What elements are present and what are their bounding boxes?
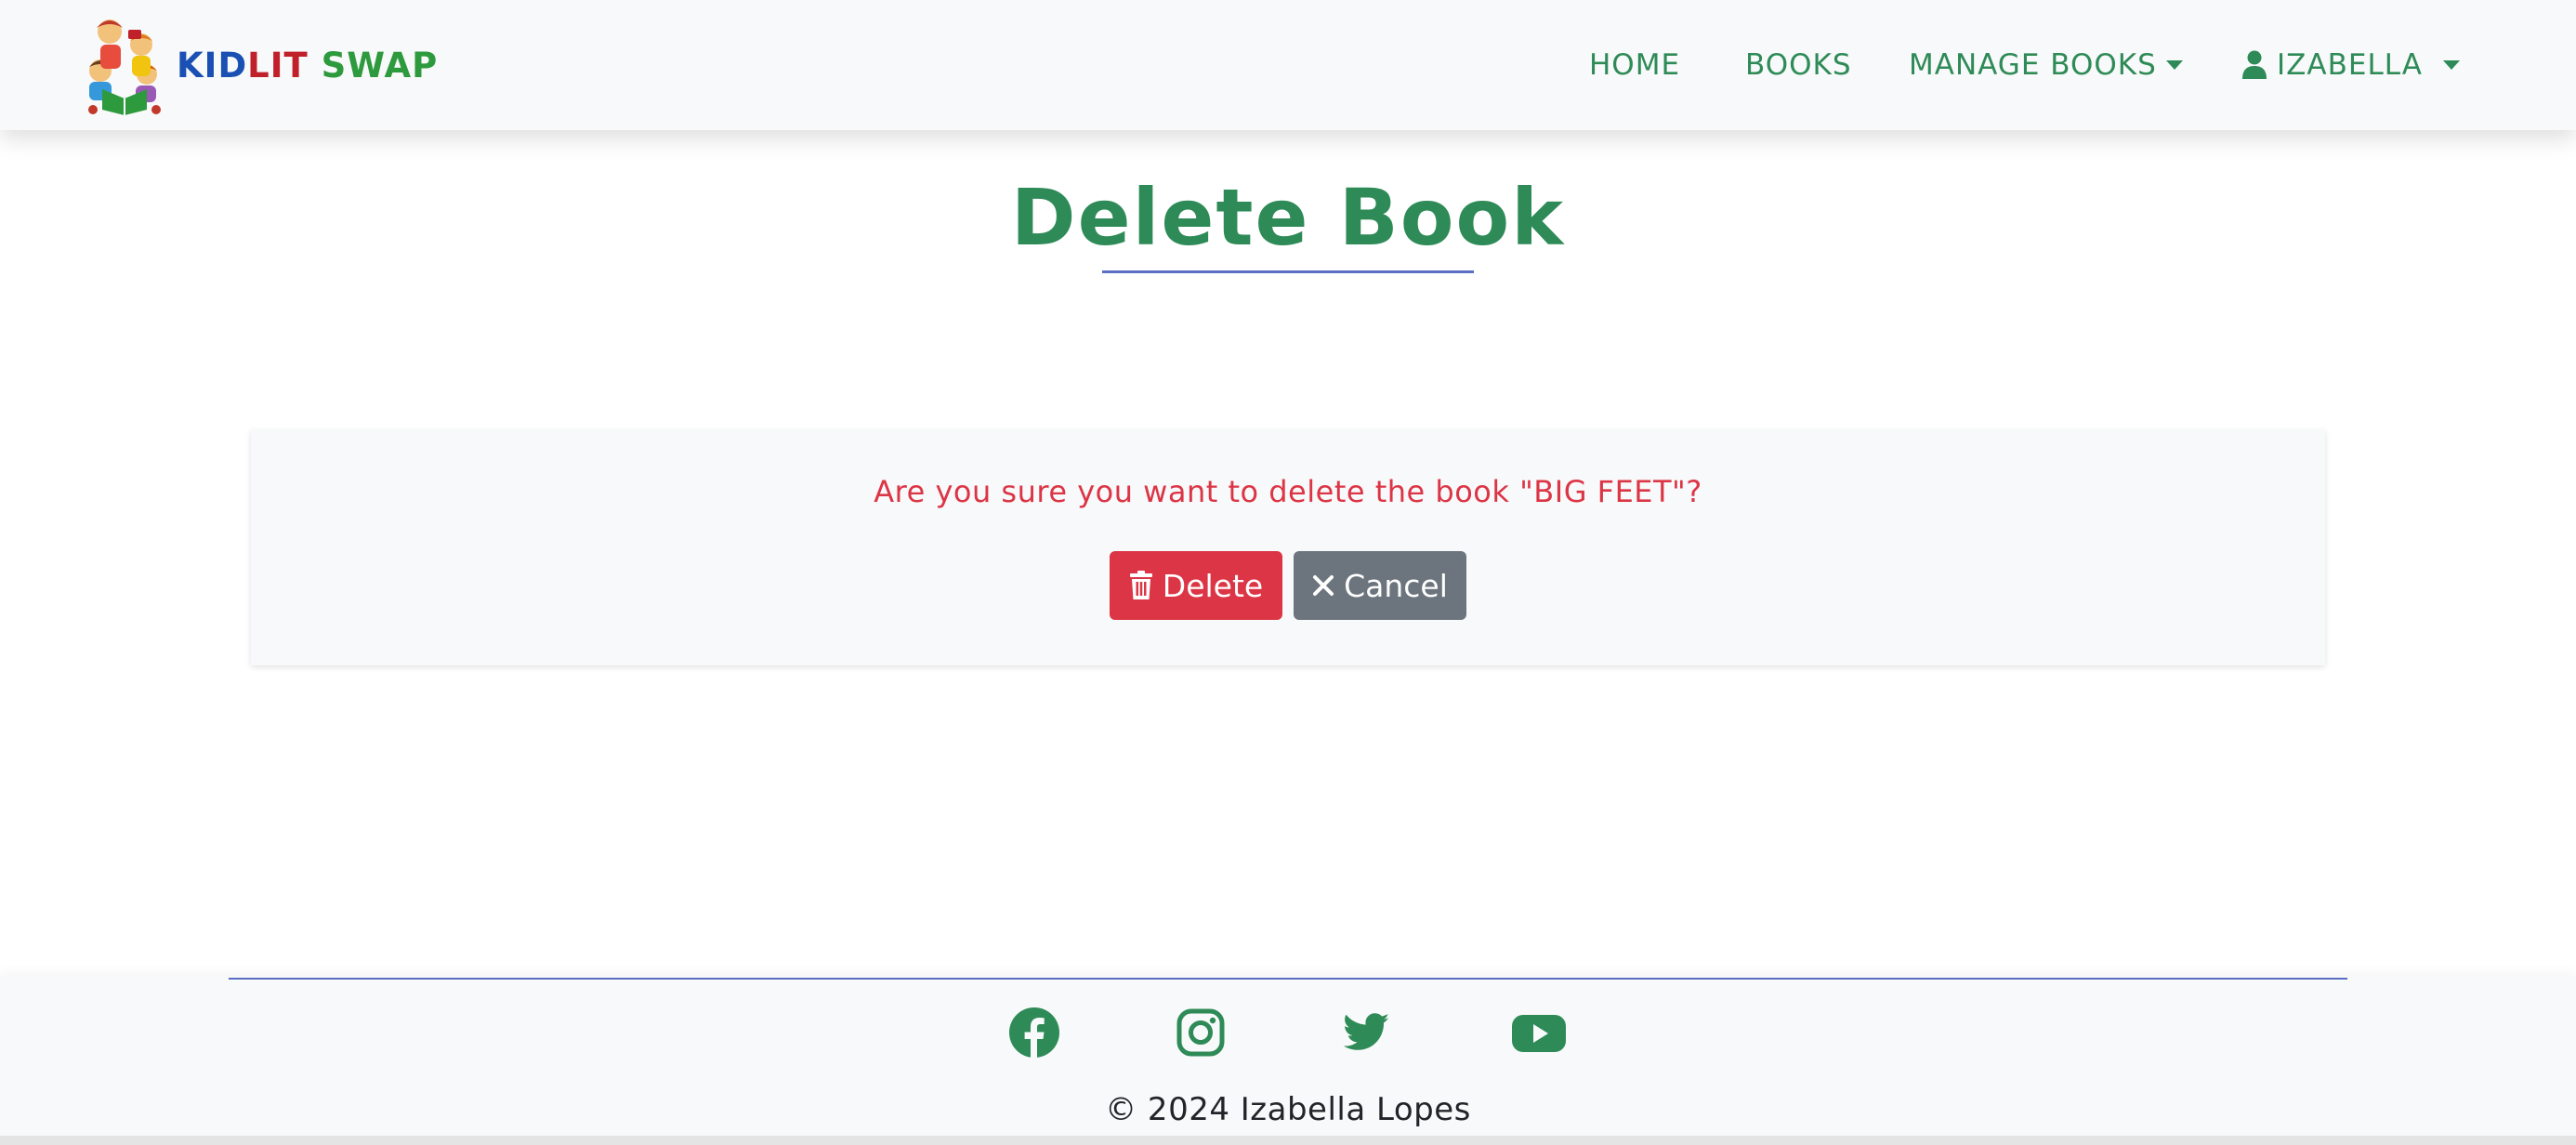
cancel-button-label: Cancel xyxy=(1344,567,1448,604)
brand-link[interactable]: KIDLIT SWAP xyxy=(80,13,438,117)
navbar: KIDLIT SWAP HOME BOOKS MANAGE BOOKS IZAB… xyxy=(0,0,2576,130)
brand-part-lit: LIT xyxy=(247,45,309,86)
nav-home[interactable]: HOME xyxy=(1589,45,1680,86)
page: KIDLIT SWAP HOME BOOKS MANAGE BOOKS IZAB… xyxy=(0,0,2576,1145)
nav-home-label: HOME xyxy=(1589,48,1681,82)
title-block: Delete Book xyxy=(0,158,2576,277)
caret-down-icon xyxy=(2165,60,2183,70)
twitter-icon[interactable] xyxy=(1340,1007,1392,1059)
kids-reading-logo xyxy=(88,20,161,115)
nav-manage-books-dropdown[interactable]: MANAGE BOOKS xyxy=(1909,45,2183,86)
brand-part-kid: KID xyxy=(177,45,248,86)
page-title: Delete Book xyxy=(1010,172,1566,263)
nav-user-label: IZABELLA xyxy=(2277,48,2423,82)
brand-part-swap: SWAP xyxy=(321,45,439,86)
trash-icon xyxy=(1129,571,1152,599)
title-underline xyxy=(1102,270,1474,273)
brand-name: KIDLIT SWAP xyxy=(177,46,438,86)
instagram-icon[interactable] xyxy=(1175,1007,1227,1059)
nav-manage-books-label: MANAGE BOOKS xyxy=(1909,48,2157,82)
footer-divider xyxy=(229,978,2347,980)
confirmation-message: Are you sure you want to delete the book… xyxy=(874,474,1702,509)
delete-button[interactable]: Delete xyxy=(1110,551,1282,620)
youtube-icon[interactable] xyxy=(1511,1007,1567,1059)
user-icon xyxy=(2242,50,2267,79)
bottom-edge xyxy=(0,1136,2576,1145)
facebook-icon[interactable] xyxy=(1008,1007,1060,1059)
caret-down-icon xyxy=(2442,60,2460,70)
cancel-button[interactable]: Cancel xyxy=(1294,551,1466,620)
delete-button-label: Delete xyxy=(1162,567,1264,604)
nav-books-label: BOOKS xyxy=(1745,48,1852,82)
close-icon xyxy=(1313,575,1334,596)
nav-user-dropdown[interactable]: IZABELLA xyxy=(2241,45,2460,86)
nav-books[interactable]: BOOKS xyxy=(1745,45,1852,86)
copyright-text: © 2024 Izabella Lopes xyxy=(1105,1091,1471,1128)
delete-confirmation-card: Are you sure you want to delete the book… xyxy=(251,429,2325,665)
